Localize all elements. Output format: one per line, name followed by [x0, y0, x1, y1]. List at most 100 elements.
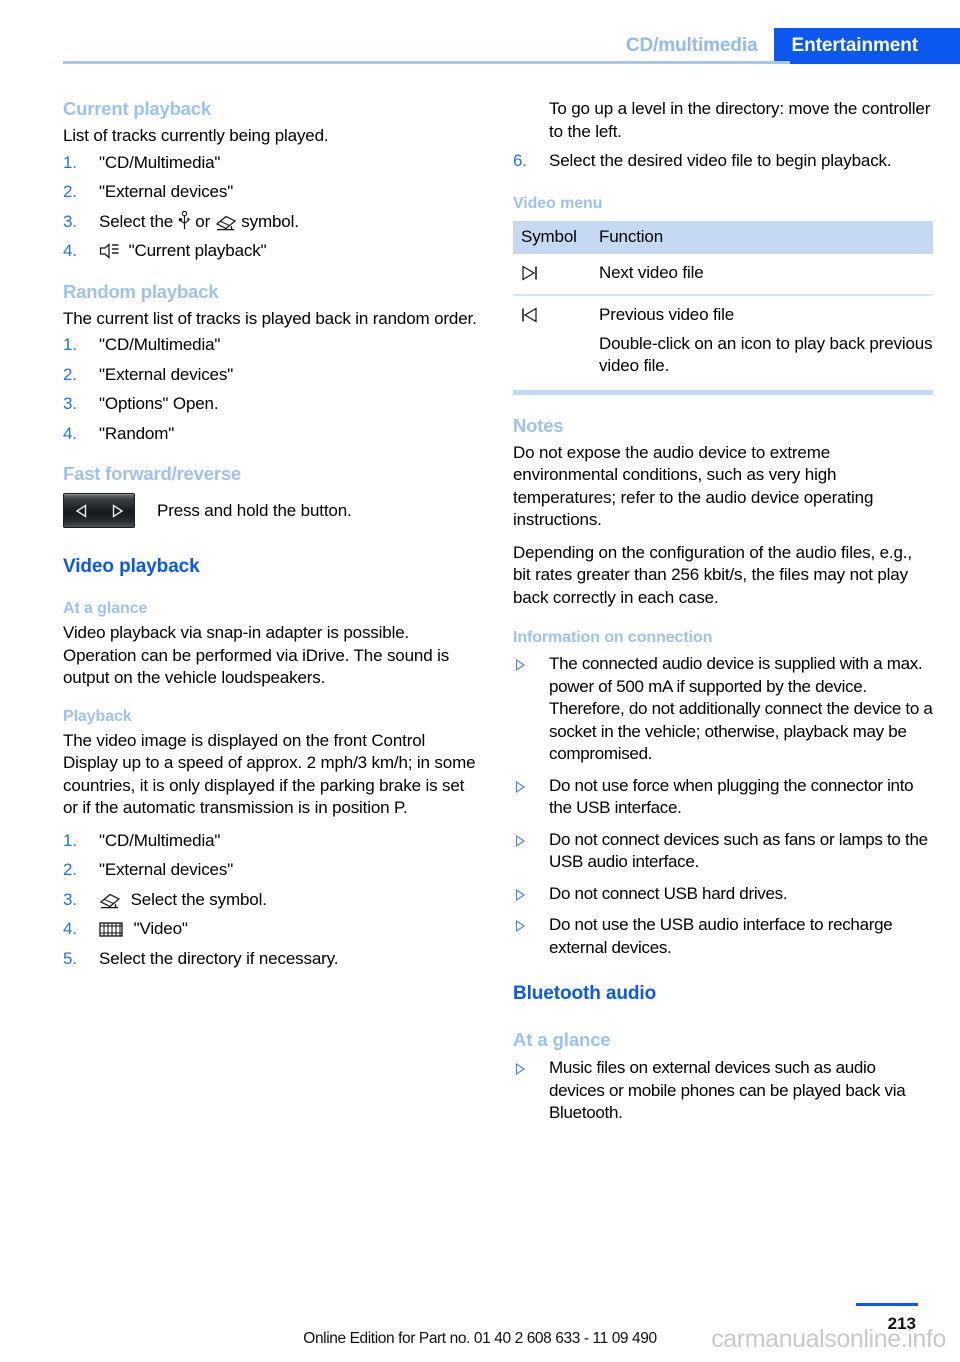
list-item: 4. "Video" — [63, 918, 483, 941]
fast-forward-reverse-label: Press and hold the button. — [157, 500, 352, 520]
step-text: Select the symbol. — [130, 889, 267, 909]
triangle-bullet-icon — [516, 834, 525, 847]
step-number: 3. — [63, 889, 77, 909]
step-number: 4. — [63, 919, 77, 938]
previous-video-icon — [521, 307, 543, 323]
table-header-row: Symbol Function — [513, 220, 933, 254]
step-text: "CD/Multimedia" — [99, 152, 221, 172]
heading-video-playback-sub: Playback — [63, 707, 132, 725]
triangle-bullet-icon — [516, 1063, 525, 1075]
video-playback-steps: 1. "CD/Multimedia" 2. "External devices"… — [63, 830, 483, 971]
list-item: 3. "Options" Open. — [63, 393, 483, 416]
bluetooth-bullet-list: Music files on external devices such as … — [513, 1057, 933, 1125]
bullet-text: Do not use the USB audio interface to re… — [549, 915, 893, 957]
list-item: 4. "Current playback" — [63, 240, 483, 263]
fast-forward-triangle-icon — [112, 503, 123, 518]
video-at-a-glance-text: Video playback via snap-in adapter is po… — [63, 623, 450, 687]
step-text-mid: or — [195, 211, 211, 231]
current-playback-steps: 1. "CD/Multimedia" 2. "External devices"… — [63, 152, 483, 263]
triangle-bullet-icon — [516, 888, 525, 901]
page-number-rule — [856, 1303, 918, 1306]
bullet-text: Do not use force when plugging the conne… — [549, 775, 914, 818]
list-item: 1. "CD/Multimedia" — [63, 830, 483, 853]
header-divider-blue — [790, 59, 960, 64]
previous-video-icon-cell — [513, 295, 599, 388]
tab-cd-multimedia[interactable]: CD/multimedia — [611, 28, 774, 62]
list-item: 3. Select the symbol. — [63, 889, 483, 912]
column-header-symbol: Symbol — [513, 220, 599, 254]
list-item: 2. "External devices" — [63, 859, 483, 882]
rewind-triangle-icon — [75, 503, 86, 518]
step-text: "Random" — [99, 423, 175, 443]
triangle-bullet-icon — [516, 659, 525, 671]
step-text-after: symbol. — [241, 211, 299, 231]
heading-current-playback: Current playback — [63, 98, 211, 119]
left-column: Current playback List of tracks currentl… — [63, 98, 483, 980]
page-header: CD/multimedia Entertainment — [0, 0, 960, 64]
heading-fast-forward-reverse: Fast forward/reverse — [63, 463, 242, 484]
table-bottom-rule — [513, 389, 933, 395]
step-text: "Video" — [133, 919, 188, 938]
step-text: "External devices" — [99, 364, 234, 384]
notes-paragraph-2: Depending on the configuration of the au… — [513, 542, 912, 607]
list-item: 5. Select the directory if necessary. — [63, 948, 483, 971]
list-item: Do not use the USB audio interface to re… — [513, 914, 933, 959]
step-text: Select the directory if necessary. — [99, 948, 339, 968]
list-item: Do not connect devices such as fans or l… — [513, 829, 933, 874]
usb-icon — [178, 210, 191, 230]
step-number: 3. — [63, 211, 77, 231]
list-item: 2. "External devices" — [63, 364, 483, 387]
heading-video-playback: Video playback — [63, 556, 200, 577]
step-number: 4. — [63, 241, 77, 260]
bullet-text: The connected audio device is supplied w… — [549, 654, 933, 763]
video-menu-table: Symbol Function Next video file Previous… — [513, 220, 933, 388]
list-item: 3. Select the or symbol. — [63, 210, 483, 234]
step-text: "External devices" — [99, 182, 234, 201]
previous-video-function: Previous video file — [599, 305, 735, 324]
bullet-text: Music files on external devices such as … — [549, 1058, 906, 1122]
column-header-function: Function — [599, 220, 933, 254]
previous-video-function-cell: Previous video file Double-click on an i… — [599, 295, 933, 388]
next-video-function: Next video file — [599, 253, 933, 296]
film-strip-icon — [99, 921, 123, 938]
triangle-bullet-icon — [516, 780, 525, 793]
step-text: Select the desired video file to begin p… — [549, 151, 892, 170]
step-number: 2. — [63, 860, 77, 879]
heading-bluetooth-at-a-glance: At a glance — [513, 1029, 611, 1050]
notes-paragraph-1: Do not expose the audio device to extrem… — [513, 442, 874, 530]
snap-in-adapter-icon — [215, 213, 237, 232]
next-video-icon-cell — [513, 253, 599, 296]
heading-information-on-connection: Information on connection — [513, 629, 713, 646]
header-divider-light — [63, 61, 790, 64]
step-number: 1. — [63, 152, 77, 172]
list-item: 4. "Random" — [63, 423, 483, 446]
list-item: Music files on external devices such as … — [513, 1057, 933, 1125]
next-video-icon — [521, 264, 543, 281]
bullet-text: Do not connect devices such as fans or l… — [549, 829, 928, 872]
step-text: "CD/Multimedia" — [99, 830, 221, 850]
step-number: 1. — [63, 830, 77, 850]
continued-steps: To go up a level in the directory: move … — [513, 98, 933, 173]
step-number: 2. — [63, 182, 77, 201]
tab-entertainment[interactable]: Entertainment — [773, 28, 960, 62]
snap-in-adapter-icon — [99, 891, 121, 910]
table-row: Next video file — [513, 253, 933, 296]
table-row: Previous video file Double-click on an i… — [513, 295, 933, 388]
step-number: 5. — [63, 948, 77, 968]
list-item: 6. Select the desired video file to begi… — [513, 150, 933, 173]
video-playback-text: The video image is displayed on the fron… — [63, 730, 476, 818]
fast-forward-reverse-row: Press and hold the button. — [63, 493, 483, 528]
step-text: Select the — [99, 211, 174, 231]
current-playback-intro: List of tracks currently being played. — [63, 126, 329, 145]
random-playback-intro: The current list of tracks is played bac… — [63, 308, 477, 328]
header-breadcrumb-tabs: CD/multimedia Entertainment — [611, 28, 960, 62]
right-column: To go up a level in the directory: move … — [513, 98, 933, 1135]
list-item: 1. "CD/Multimedia" — [63, 152, 483, 175]
footer-edition-text: Online Edition for Part no. 01 40 2 608 … — [303, 1330, 657, 1347]
fast-forward-reverse-button[interactable] — [63, 493, 135, 528]
list-item: 2. "External devices" — [63, 181, 483, 204]
list-item-continuation: To go up a level in the directory: move … — [549, 99, 931, 141]
current-playback-icon — [99, 242, 120, 260]
heading-random-playback: Random playback — [63, 280, 219, 302]
step-text: "CD/Multimedia" — [99, 335, 221, 354]
